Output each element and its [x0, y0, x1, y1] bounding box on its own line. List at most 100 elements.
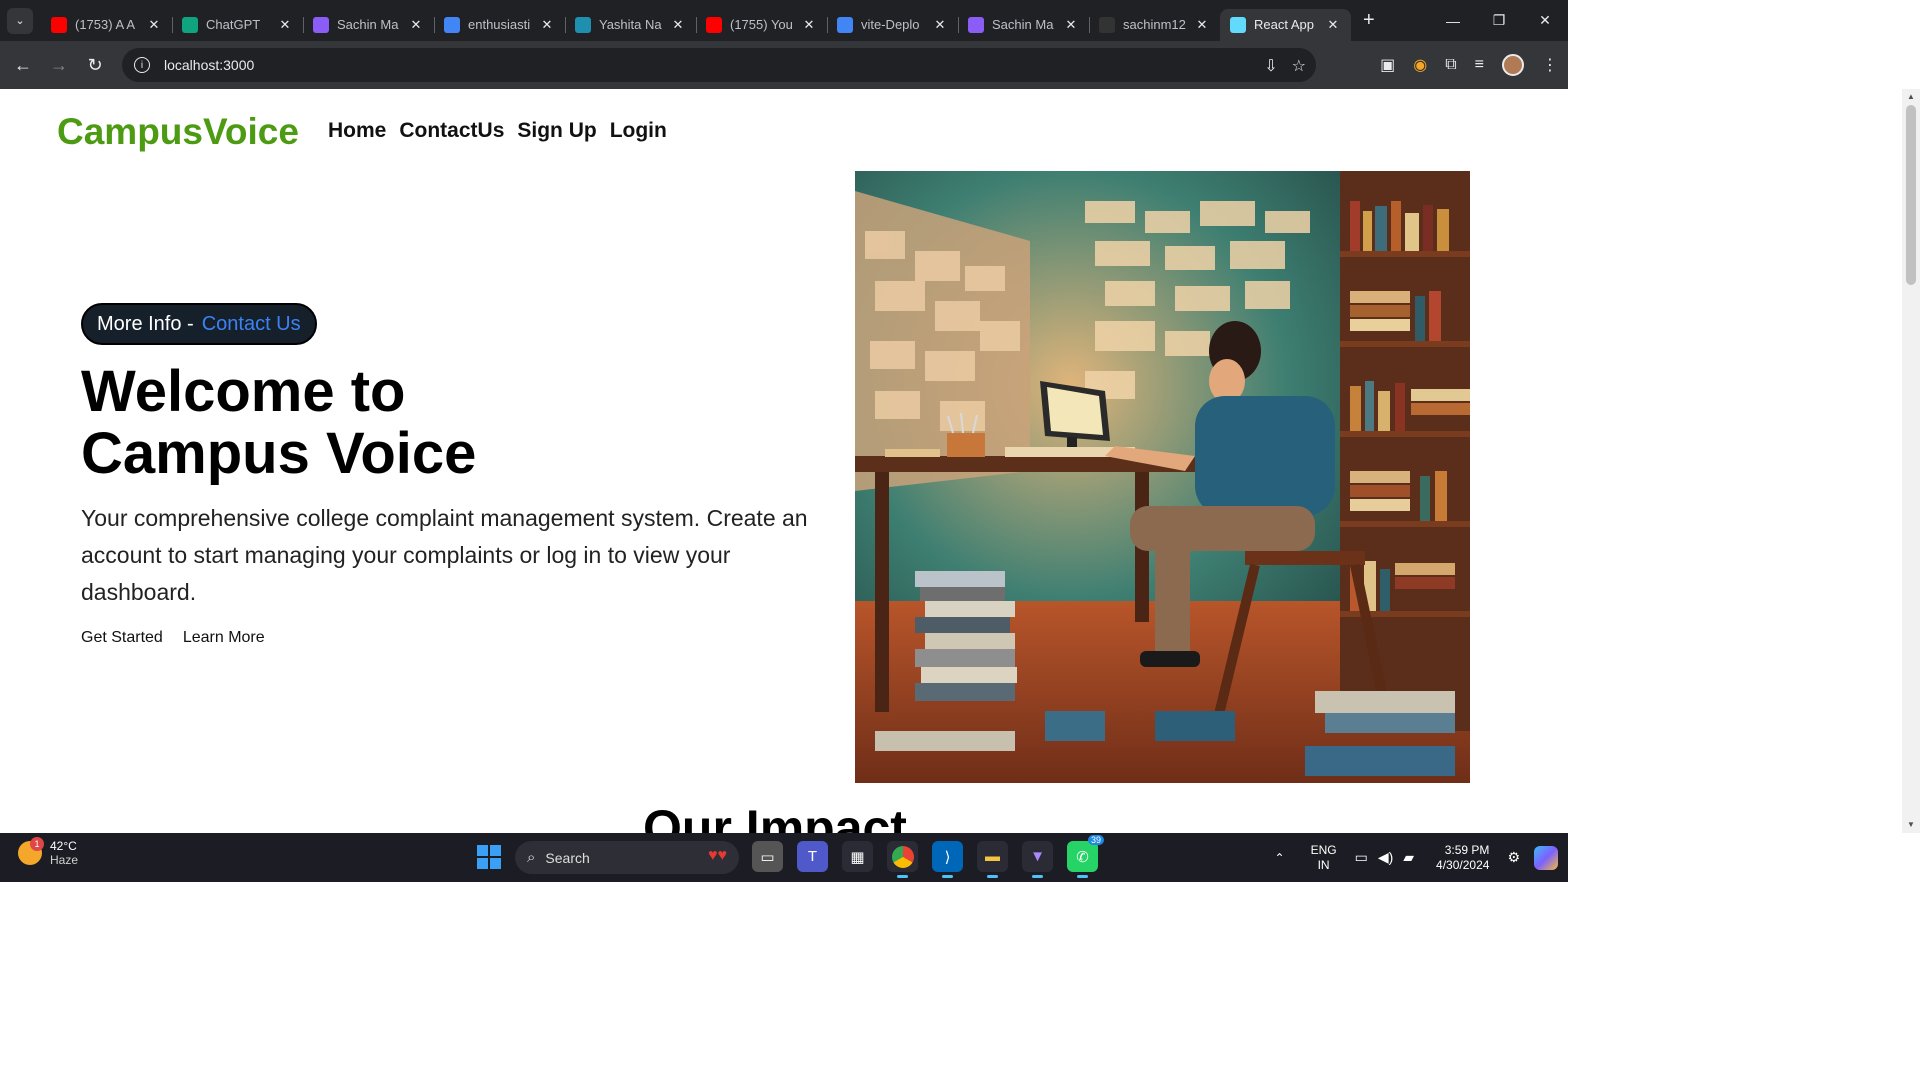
- tab-title: vite-Deplo: [861, 17, 920, 32]
- tray-icons[interactable]: ▭ ◀) ▰: [1355, 849, 1414, 866]
- learn-more-link[interactable]: Learn More: [183, 629, 265, 647]
- task-view-icon[interactable]: ▭: [752, 841, 783, 872]
- youtube-icon: [706, 16, 722, 33]
- whatsapp-icon[interactable]: ✆ 39: [1067, 835, 1104, 878]
- youtube-icon: [51, 16, 67, 33]
- extension-icon-1[interactable]: ▣: [1380, 55, 1395, 75]
- browser-tab[interactable]: sachinm12 ✕: [1089, 9, 1220, 41]
- our-impact-heading: Our Impact: [643, 800, 907, 833]
- windows-taskbar: 1 42°C Haze ⌕ Search ♥♥ ▭ T ▦ ⟩ ▬ ▼ ✆ 39 …: [0, 833, 1568, 882]
- file-explorer-icon[interactable]: ▬: [977, 841, 1008, 878]
- url-text[interactable]: localhost:3000: [164, 57, 254, 73]
- hexagon-icon: [575, 16, 591, 33]
- contact-us-link[interactable]: Contact Us: [202, 313, 301, 336]
- scroll-up-arrow-icon[interactable]: ▲: [1906, 92, 1916, 102]
- tab-close-icon[interactable]: ✕: [932, 17, 948, 33]
- google-icon: [444, 16, 460, 33]
- weather-widget[interactable]: 1 42°C Haze: [18, 837, 78, 867]
- page-scrollbar[interactable]: ▲ ▼: [1902, 89, 1920, 833]
- hero-title-line1: Welcome to: [81, 359, 406, 424]
- tab-title: Sachin Ma: [337, 17, 399, 32]
- extensions-puzzle-icon[interactable]: ⧉: [1445, 56, 1456, 74]
- store-icon[interactable]: ▦: [842, 841, 873, 872]
- taskbar-search-label: Search: [545, 849, 590, 866]
- browser-tab[interactable]: Sachin Ma ✕: [303, 9, 434, 41]
- tab-close-icon[interactable]: ✕: [1063, 17, 1079, 33]
- tab-close-icon[interactable]: ✕: [670, 17, 686, 33]
- tab-close-icon[interactable]: ✕: [277, 17, 293, 33]
- browser-tab[interactable]: ChatGPT ✕: [172, 9, 303, 41]
- chrome-icon[interactable]: [887, 841, 918, 878]
- copilot-icon[interactable]: [1534, 845, 1558, 870]
- tab-title: Yashita Na: [599, 17, 662, 32]
- nav-contactus[interactable]: ContactUs: [399, 119, 504, 143]
- weather-badge: 1: [30, 837, 44, 851]
- get-started-link[interactable]: Get Started: [81, 629, 163, 647]
- network-icon: ▭: [1354, 849, 1368, 865]
- extension-icon-2[interactable]: ◉: [1413, 55, 1427, 75]
- nav-home[interactable]: Home: [328, 119, 386, 143]
- taskbar-apps: ▭ T ▦ ⟩ ▬ ▼ ✆ 39: [752, 835, 1104, 878]
- weather-sun-icon: 1: [18, 837, 44, 865]
- tab-title: (1755) You: [730, 17, 793, 32]
- browser-tab[interactable]: Yashita Na ✕: [565, 9, 696, 41]
- tab-title: sachinm12: [1123, 17, 1186, 32]
- new-tab-button[interactable]: +: [1363, 9, 1375, 32]
- settings-gear-icon[interactable]: ⚙: [1507, 849, 1520, 866]
- bookmark-star-icon[interactable]: ☆: [1292, 56, 1306, 76]
- browser-tab[interactable]: vite-Deplo ✕: [827, 9, 958, 41]
- strawberry-icon: ♥♥: [708, 847, 727, 864]
- lang-line1: ENG: [1310, 842, 1337, 857]
- nav-login[interactable]: Login: [610, 119, 667, 143]
- search-icon: ⌕: [527, 849, 536, 866]
- tab-title: Sachin Ma: [992, 17, 1054, 32]
- vscode-icon[interactable]: ⟩: [932, 841, 963, 878]
- tab-search-button[interactable]: ⌄: [7, 7, 33, 34]
- tab-close-icon[interactable]: ✕: [539, 17, 555, 33]
- minimize-button[interactable]: —: [1430, 0, 1476, 41]
- browser-tab[interactable]: (1753) A A ✕: [41, 9, 172, 41]
- brand-logo[interactable]: CampusVoice: [57, 111, 299, 153]
- tab-title: React App: [1254, 17, 1314, 32]
- install-app-icon[interactable]: ⇩: [1264, 56, 1277, 76]
- back-button[interactable]: ←: [5, 55, 41, 76]
- profile-avatar[interactable]: [1502, 54, 1524, 76]
- browser-tab[interactable]: Sachin Ma ✕: [958, 9, 1089, 41]
- hero-title: Welcome to Campus Voice: [81, 361, 476, 485]
- browser-tabstrip: ⌄ (1753) A A ✕ ChatGPT ✕ Sachin Ma ✕ enthusias…: [0, 0, 1568, 41]
- tab-close-icon[interactable]: ✕: [1325, 17, 1341, 33]
- tab-close-icon[interactable]: ✕: [146, 17, 162, 33]
- scroll-down-arrow-icon[interactable]: ▼: [1906, 820, 1916, 830]
- vite-app-icon[interactable]: ▼: [1022, 841, 1053, 878]
- tray-overflow-icon[interactable]: ⌃: [1275, 851, 1285, 865]
- forward-button[interactable]: →: [41, 55, 77, 76]
- browser-tab[interactable]: (1755) You ✕: [696, 9, 827, 41]
- language-indicator[interactable]: ENG IN: [1311, 843, 1337, 873]
- github-icon: [1099, 16, 1115, 33]
- main-nav: Home ContactUs Sign Up Login: [328, 119, 667, 143]
- clock[interactable]: 3:59 PM 4/30/2024: [1436, 843, 1489, 873]
- site-info-icon[interactable]: i: [134, 57, 150, 73]
- hero-title-line2: Campus Voice: [81, 421, 477, 486]
- tab-close-icon[interactable]: ✕: [1194, 17, 1210, 33]
- reload-button[interactable]: ↻: [77, 55, 113, 76]
- teams-icon[interactable]: T: [797, 841, 828, 872]
- vite-icon: [313, 16, 329, 33]
- scrollbar-thumb[interactable]: [1906, 105, 1916, 285]
- tab-close-icon[interactable]: ✕: [408, 17, 424, 33]
- tab-close-icon[interactable]: ✕: [801, 17, 817, 33]
- restore-button[interactable]: ❐: [1476, 0, 1522, 41]
- student-studying-illustration: [855, 171, 1470, 783]
- tab-title: (1753) A A: [75, 17, 135, 32]
- windows-start-icon[interactable]: [477, 845, 501, 869]
- browser-tab[interactable]: enthusiasti ✕: [434, 9, 565, 41]
- media-control-icon[interactable]: ≡: [1475, 56, 1484, 74]
- menu-kebab-icon[interactable]: ⋮: [1542, 55, 1558, 75]
- lang-line2: IN: [1317, 857, 1330, 872]
- close-window-button[interactable]: ✕: [1522, 0, 1568, 41]
- clock-date: 4/30/2024: [1436, 857, 1490, 872]
- nav-signup[interactable]: Sign Up: [517, 119, 596, 143]
- browser-tab[interactable]: React App ✕: [1220, 8, 1351, 41]
- taskbar-search[interactable]: ⌕ Search ♥♥: [515, 841, 739, 874]
- address-bar[interactable]: i localhost:3000 ⇩ ☆: [122, 48, 1316, 82]
